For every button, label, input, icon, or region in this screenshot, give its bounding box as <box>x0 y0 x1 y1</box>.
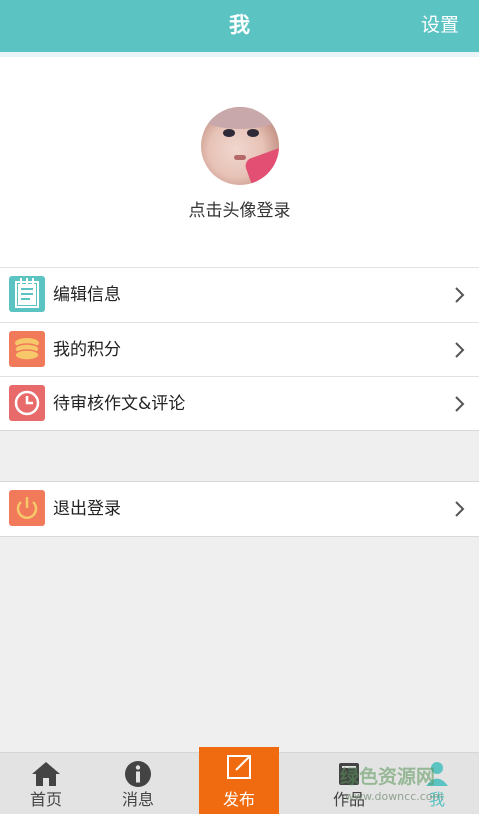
edit-note-icon <box>9 276 45 312</box>
avatar-hood <box>243 147 279 185</box>
tab-home[interactable]: 首页 <box>0 753 92 814</box>
profile-section: 点击头像登录 <box>0 57 479 268</box>
chevron-right-icon <box>451 285 469 305</box>
chevron-right-icon <box>451 499 469 519</box>
tab-label: 消息 <box>121 790 154 809</box>
compose-icon <box>223 753 255 783</box>
watermark-url: www.downcc.com <box>345 790 444 803</box>
menu-item-label: 退出登录 <box>53 499 121 519</box>
home-icon <box>30 759 62 789</box>
settings-button[interactable]: 设置 <box>421 0 459 52</box>
page-title: 我 <box>229 13 250 37</box>
avatar-eye-left <box>223 129 235 137</box>
menu-item-logout[interactable]: 退出登录 <box>0 482 479 536</box>
tab-messages[interactable]: 消息 <box>92 753 184 814</box>
chevron-right-icon <box>451 394 469 414</box>
tab-publish[interactable]: 发布 <box>199 747 279 814</box>
menu-group-logout: 退出登录 <box>0 481 479 537</box>
avatar-eye-right <box>247 129 259 137</box>
menu-item-label: 我的积分 <box>53 340 121 360</box>
top-bar: 我 设置 <box>0 0 479 52</box>
tab-label: 发布 <box>222 790 255 809</box>
login-hint[interactable]: 点击头像登录 <box>0 196 479 221</box>
clock-icon <box>9 385 45 421</box>
menu-item-my-points[interactable]: 我的积分 <box>0 322 479 376</box>
menu-item-label: 编辑信息 <box>53 285 121 305</box>
tab-label: 首页 <box>29 790 62 809</box>
menu-item-label: 待审核作文&评论 <box>53 394 186 414</box>
menu-group-main: 编辑信息 我的积分 待审核作文&评论 <box>0 268 479 431</box>
coins-icon <box>9 331 45 367</box>
avatar[interactable] <box>201 107 279 185</box>
menu-item-pending-review[interactable]: 待审核作文&评论 <box>0 376 479 430</box>
info-icon <box>122 759 154 789</box>
avatar-mouth <box>234 155 246 160</box>
avatar-hair <box>201 107 279 129</box>
power-icon <box>9 490 45 526</box>
menu-item-edit-info[interactable]: 编辑信息 <box>0 268 479 322</box>
chevron-right-icon <box>451 340 469 360</box>
watermark-logo: 绿色资源网 <box>340 766 436 788</box>
